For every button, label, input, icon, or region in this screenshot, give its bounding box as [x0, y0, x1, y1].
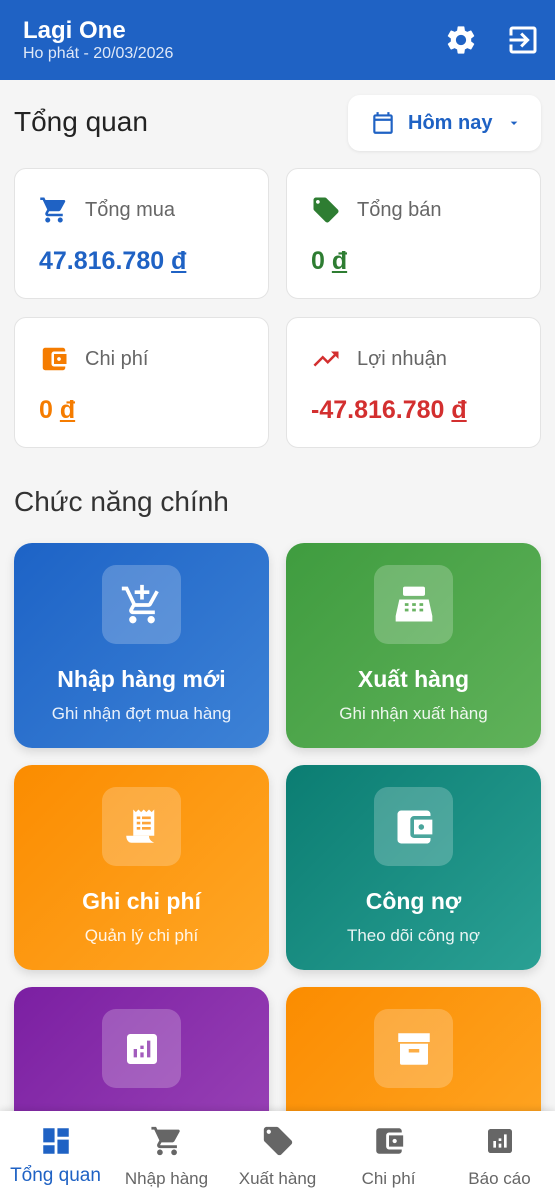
stat-card-total-sales[interactable]: Tổng bán 0 đ	[286, 168, 541, 299]
nav-item-expenses[interactable]: Chi phí	[333, 1111, 444, 1200]
tag-icon	[263, 1126, 292, 1156]
tile-new-purchase[interactable]: Nhập hàng mới Ghi nhận đợt mua hàng	[14, 543, 269, 748]
settings-button[interactable]	[443, 22, 479, 58]
archive-icon	[397, 1032, 430, 1065]
main-functions-heading: Chức năng chính	[14, 486, 229, 517]
chart-icon	[126, 1033, 157, 1064]
dashboard-icon	[42, 1128, 69, 1154]
tile-title: Công nợ	[365, 888, 462, 914]
tile-subtitle: Ghi nhận đợt mua hàng	[51, 704, 232, 723]
date-filter-label: Hôm nay	[408, 111, 493, 134]
nav-label: Chi phí	[361, 1169, 416, 1188]
tile-title: Xuất hàng	[357, 666, 470, 692]
tile-title: Nhập hàng mới	[57, 666, 226, 692]
cart-icon	[40, 197, 66, 223]
tile-icon-box	[102, 787, 181, 866]
date-filter-button[interactable]: Hôm nay	[348, 95, 541, 151]
bottom-navigation: Tổng quan Nhập hàng Xuất hàng Chi phí Bá…	[0, 1111, 555, 1200]
app-title: Lagi One	[23, 17, 126, 44]
nav-label: Nhập hàng	[124, 1169, 209, 1188]
nav-item-reports[interactable]: Báo cáo	[444, 1111, 555, 1200]
add-cart-icon	[121, 584, 159, 623]
wallet-icon	[397, 810, 432, 843]
nav-label: Tổng quan	[10, 1165, 101, 1186]
tile-subtitle: Ghi nhận xuất hàng	[339, 704, 488, 723]
stat-card-profit[interactable]: Lợi nhuận -47.816.780 đ	[286, 317, 541, 448]
nav-label: Xuất hàng	[238, 1169, 317, 1188]
stat-card-total-purchase[interactable]: Tổng mua 47.816.780 đ	[14, 168, 269, 299]
stat-value: 47.816.780 đ	[39, 247, 187, 275]
stat-label: Tổng bán	[357, 199, 442, 221]
stat-label: Lợi nhuận	[357, 348, 447, 370]
logout-button[interactable]	[505, 22, 541, 58]
caret-down-icon	[511, 121, 518, 125]
overview-heading: Tổng quan	[14, 106, 148, 137]
stat-card-expenses[interactable]: Chi phí 0 đ	[14, 317, 269, 448]
calendar-icon	[373, 112, 393, 134]
stat-label: Tổng mua	[85, 199, 176, 221]
stat-label: Chi phí	[85, 348, 149, 370]
tile-title: Ghi chi phí	[82, 888, 201, 914]
tile-subtitle: Theo dõi công nợ	[346, 926, 481, 945]
gear-icon	[447, 26, 475, 54]
tag-icon	[313, 197, 339, 223]
tile-subtitle: Quản lý chi phí	[84, 926, 199, 945]
tile-icon-box	[374, 787, 453, 866]
tile-icon-box	[374, 1009, 453, 1088]
tile-icon-box	[374, 565, 453, 644]
tile-record-expense[interactable]: Ghi chi phí Quản lý chi phí	[14, 765, 269, 970]
app-subtitle: Ho phát - 20/03/2026	[23, 45, 174, 62]
stat-value: -47.816.780 đ	[311, 396, 467, 424]
stat-value: 0 đ	[39, 396, 76, 424]
cash-register-icon	[395, 586, 432, 621]
stat-value: 0 đ	[311, 247, 348, 275]
nav-label: Báo cáo	[468, 1169, 531, 1188]
cart-icon	[150, 1126, 180, 1156]
wallet-icon	[375, 1128, 403, 1154]
tile-icon-box	[102, 1009, 181, 1088]
tile-export[interactable]: Xuất hàng Ghi nhận xuất hàng	[286, 543, 541, 748]
logout-icon	[509, 26, 537, 54]
nav-item-purchase[interactable]: Nhập hàng	[111, 1111, 222, 1200]
nav-item-export[interactable]: Xuất hàng	[222, 1111, 333, 1200]
trending-up-icon	[313, 351, 339, 367]
receipt-icon	[125, 809, 154, 843]
tile-icon-box	[102, 565, 181, 644]
wallet-icon	[42, 347, 67, 371]
nav-item-overview[interactable]: Tổng quan	[0, 1111, 111, 1200]
tile-debts[interactable]: Công nợ Theo dõi công nợ	[286, 765, 541, 970]
chart-icon	[487, 1129, 512, 1153]
app-bar: Lagi One Ho phát - 20/03/2026	[0, 0, 555, 80]
